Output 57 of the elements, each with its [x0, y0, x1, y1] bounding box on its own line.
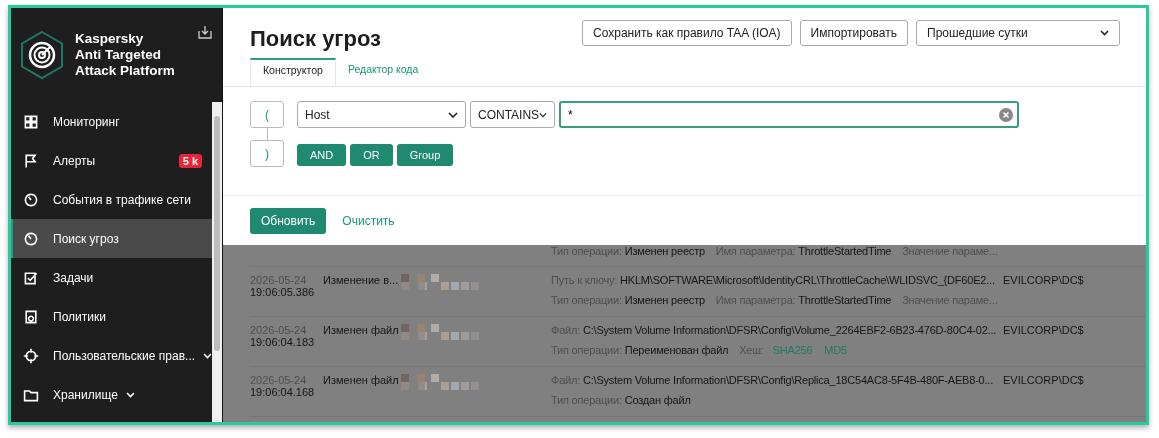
crosshair-icon — [23, 347, 39, 364]
chevron-down-icon — [539, 111, 547, 118]
gauge-icon — [23, 230, 39, 247]
nav-item[interactable]: Алерты 5 k — [11, 141, 213, 180]
clear-link[interactable]: Очистить — [336, 213, 401, 229]
document-icon — [23, 308, 39, 325]
chevron-down-icon — [448, 111, 458, 118]
user-name: EVILCORP\DC$ — [1003, 324, 1084, 336]
logic-button[interactable]: OR — [350, 144, 393, 166]
chevron-down-icon — [1100, 30, 1109, 36]
logic-button[interactable]: AND — [297, 144, 347, 166]
download-icon[interactable] — [198, 25, 212, 39]
detail-value: ThrottleStartedTime — [798, 294, 892, 306]
nav-item[interactable]: Хранилище — [11, 375, 213, 414]
period-dropdown[interactable]: Прошедшие сутки — [916, 20, 1120, 46]
flag-icon — [23, 152, 39, 169]
clear-icon[interactable] — [999, 107, 1013, 122]
value-field[interactable]: * — [559, 101, 1019, 128]
product-name: Kaspersky Anti Targeted Attack Platform — [75, 31, 175, 79]
event-time: 19:06:05.386 — [250, 286, 316, 298]
nav-item[interactable]: События в трафике сети — [11, 180, 213, 219]
nav-item[interactable]: Поиск угроз — [11, 219, 213, 258]
detail-value: Создан файл — [624, 394, 691, 406]
detail-value: C:\System Volume Information\DFSR\Config\Volume_2264EBF2-6B23-476D-80C4-02... — [582, 324, 997, 336]
tab[interactable]: Конструктор — [250, 58, 336, 86]
logic-button[interactable]: Group — [396, 144, 454, 166]
user-name: EVILCORP\DC$ — [1003, 274, 1084, 286]
field-select[interactable]: Host — [297, 101, 466, 128]
refresh-button[interactable]: Обновить — [250, 208, 327, 234]
detail-value: Изменен реестр — [624, 294, 705, 306]
nav-item[interactable]: Пользовательские прав... — [11, 336, 213, 375]
nav-item[interactable]: Задачи — [11, 258, 213, 297]
gauge-icon — [23, 191, 39, 208]
nav-item[interactable]: Политики — [11, 297, 213, 336]
event-time: 19:06:04.168 — [250, 386, 316, 398]
tab[interactable]: Редактор кода — [335, 58, 431, 86]
operator-select[interactable]: CONTAINS — [470, 101, 555, 128]
detail-value: C:\System Volume Information\DFSR\Config\Replica_18C54AC8-5F4B-480F-AEB8-0... — [582, 374, 994, 386]
event-type: Изменение в... — [323, 274, 399, 286]
open-paren-button[interactable]: ( — [250, 101, 284, 128]
grid-icon — [23, 113, 39, 130]
nav-item[interactable]: Мониторинг — [11, 102, 213, 141]
action-button[interactable]: Импортировать — [799, 20, 908, 46]
event-type: Изменен файл — [323, 324, 399, 336]
detail-value: Изменен реестр — [624, 245, 705, 257]
detail-value: ThrottleStartedTime — [798, 245, 892, 257]
detail-value: Переименован файл — [624, 344, 729, 356]
checkbox-icon — [23, 269, 39, 286]
detail-value: HKLM\SOFTWARE\Microsoft\IdentityCRL\ThrottleCache\WLIDSVC_{DF60E2... — [620, 274, 995, 286]
user-name: EVILCORP\DC$ — [1003, 374, 1084, 386]
event-type: Изменен файл — [323, 374, 399, 386]
count-badge: 5 k — [178, 153, 203, 168]
page-title: Поиск угроз — [250, 26, 382, 53]
event-time: 19:06:04.183 — [250, 336, 316, 348]
action-button[interactable]: Сохранить как правило TAA (IOA) — [582, 20, 792, 46]
close-paren-button[interactable]: ) — [250, 140, 284, 167]
scrollbar[interactable] — [212, 102, 222, 422]
